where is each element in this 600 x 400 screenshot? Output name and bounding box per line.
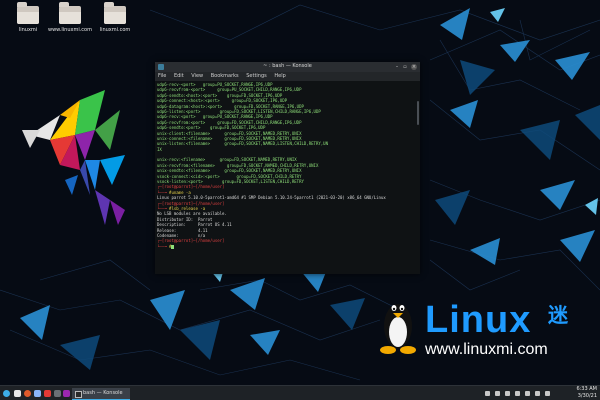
terminal-area[interactable]: udp6-recv-<port> group=PU_SOCKET,RANGE,I… — [155, 81, 420, 274]
bluetooth-icon[interactable] — [485, 391, 490, 396]
notifications-icon[interactable] — [525, 391, 530, 396]
cursor-icon — [171, 244, 175, 249]
folder-icon — [59, 2, 81, 24]
prompt-path: [/home/user] — [195, 200, 225, 206]
command-text: #lsb_release -a — [169, 205, 206, 211]
files-icon[interactable] — [14, 390, 21, 397]
minimize-icon[interactable]: – — [394, 64, 400, 70]
task-konsole[interactable]: bash — Konsole — [72, 388, 130, 400]
command-text: #uname -a — [169, 189, 191, 195]
battery-icon[interactable] — [535, 391, 540, 396]
menu-edit[interactable]: Edit — [174, 73, 184, 79]
prompt-path: [/home/user] — [195, 184, 225, 190]
taskbar: bash — Konsole 6:33 AM 3/30/21 — [0, 385, 600, 400]
volume-icon[interactable] — [505, 391, 510, 396]
window-title: ~ : bash — Konsole — [263, 63, 312, 69]
brand-url: www.linuxmi.com — [425, 341, 548, 358]
task-label: bash — Konsole — [83, 390, 123, 396]
menu-bookmarks[interactable]: Bookmarks — [211, 73, 239, 79]
app-menu-icon[interactable] — [3, 390, 10, 397]
folder-icon — [17, 2, 39, 24]
folder-icon — [104, 2, 126, 24]
network-icon[interactable] — [515, 391, 520, 396]
prompt-user: [root@parrot] — [161, 238, 194, 244]
clock[interactable]: 6:33 AM 3/30/21 — [576, 386, 597, 400]
menubar: File Edit View Bookmarks Settings Help — [155, 72, 420, 81]
brand-name: Linux — [425, 299, 532, 341]
scrollbar[interactable] — [417, 101, 419, 125]
terminal-launcher-icon[interactable] — [54, 390, 61, 397]
desktop-folder-label: linuxmi.com — [99, 27, 131, 33]
command-line: └──╼ # — [157, 244, 418, 249]
prompt-user: [root@parrot] — [161, 184, 194, 190]
brand-suffix: 迷 — [548, 303, 568, 327]
close-icon[interactable]: × — [411, 64, 417, 70]
desktop: linuxmi www.linuxmi.com linuxmi.com ~ : … — [0, 0, 600, 400]
browser-icon[interactable] — [24, 390, 31, 397]
apps-icon[interactable] — [44, 390, 51, 397]
menu-view[interactable]: View — [191, 73, 203, 79]
terminal-icon — [75, 391, 82, 398]
menu-help[interactable]: Help — [274, 73, 285, 79]
konsole-window[interactable]: ~ : bash — Konsole – ▫ × File Edit View … — [155, 62, 420, 274]
menu-file[interactable]: File — [158, 73, 166, 79]
clipboard-icon[interactable] — [495, 391, 500, 396]
prompt-user: [root@parrot] — [161, 200, 194, 206]
maximize-icon[interactable]: ▫ — [402, 64, 408, 70]
window-titlebar[interactable]: ~ : bash — Konsole – ▫ × — [155, 62, 420, 72]
terminal-output: udp6-recv-<port> group=PU_SOCKET,RANGE,I… — [157, 82, 418, 184]
desktop-folder-linuxmi-com[interactable]: linuxmi.com — [89, 2, 141, 33]
clock-time: 6:33 AM — [576, 386, 597, 392]
expand-tray-icon[interactable] — [545, 391, 550, 396]
editor-icon[interactable] — [34, 390, 41, 397]
prompt-path: [/home/user] — [195, 238, 225, 244]
settings-icon[interactable] — [63, 390, 70, 397]
menu-settings[interactable]: Settings — [246, 73, 267, 79]
clock-date: 3/30/21 — [577, 393, 597, 399]
